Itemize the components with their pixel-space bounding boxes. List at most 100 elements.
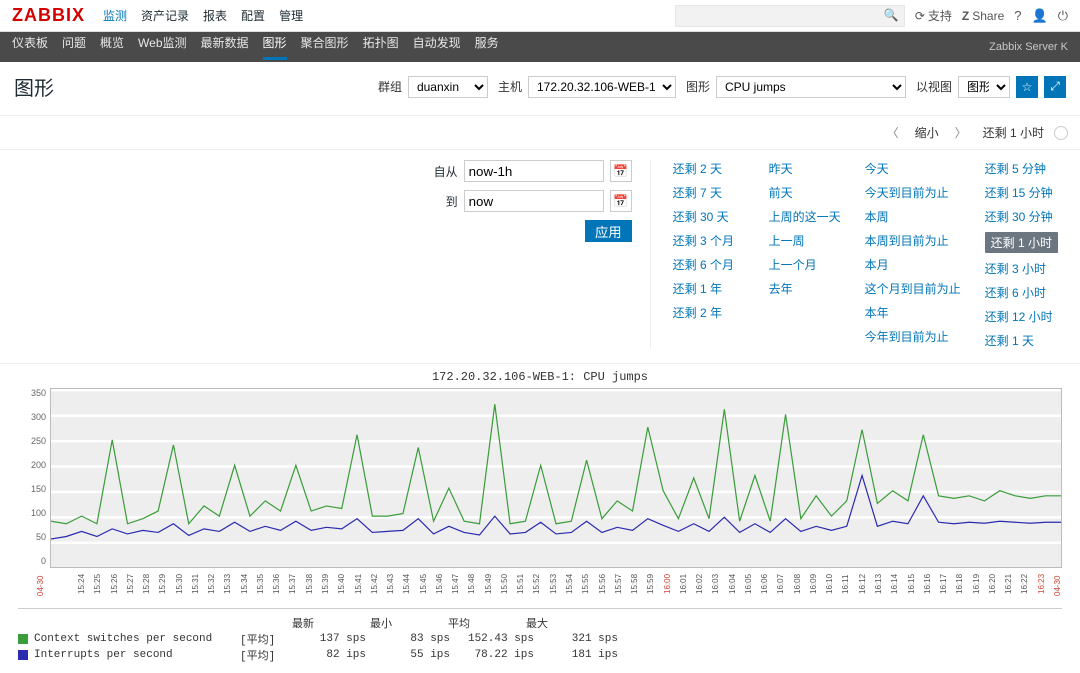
time-range-label[interactable]: 还剩 1 小时 (983, 124, 1044, 141)
time-preset[interactable]: 还剩 6 个月 (673, 256, 745, 273)
time-preset[interactable]: 还剩 5 分钟 (985, 160, 1058, 177)
to-label: 到 (428, 193, 458, 210)
legend-row: Context switches per second[平均]137 sps83… (18, 631, 1062, 647)
top-right: 🔍 ⟳ 支持 Z Share ? 👤 ⏻ (675, 5, 1068, 27)
date-end: 04-30 (1053, 568, 1062, 596)
sub-menu-item[interactable]: 服务 (475, 34, 499, 60)
time-preset[interactable]: 今天 (865, 160, 961, 177)
favorite-button[interactable]: ☆ (1016, 76, 1038, 98)
time-preset[interactable]: 还剩 30 天 (673, 208, 745, 225)
time-preset[interactable]: 还剩 1 天 (985, 332, 1058, 349)
time-preset[interactable]: 本月 (865, 256, 961, 273)
calendar-from-icon[interactable]: 📅 (610, 160, 632, 182)
legend-row: Interrupts per second[平均]82 ips55 ips78.… (18, 647, 1062, 663)
time-preset[interactable]: 上周的这一天 (769, 208, 841, 225)
host-label: 主机 (498, 78, 522, 95)
prev-arrow-icon[interactable]: 〈 (881, 121, 905, 144)
time-preset[interactable]: 还剩 2 天 (673, 160, 745, 177)
legend-rows: Context switches per second[平均]137 sps83… (18, 631, 1062, 663)
search-input[interactable] (675, 5, 905, 27)
legend-stat: [平均] (240, 647, 282, 663)
legend-value: 83 sps (372, 633, 450, 645)
group-label: 群组 (378, 78, 402, 95)
legend: 最新最小平均最大 Context switches per second[平均]… (18, 608, 1062, 663)
calendar-to-icon[interactable]: 📅 (610, 190, 632, 212)
time-preset[interactable]: 还剩 15 分钟 (985, 184, 1058, 201)
time-preset[interactable]: 还剩 3 小时 (985, 260, 1058, 277)
time-preset[interactable]: 去年 (769, 280, 841, 297)
apply-button[interactable]: 应用 (585, 220, 632, 242)
time-preset[interactable]: 还剩 3 个月 (673, 232, 745, 249)
time-preset[interactable]: 还剩 1 年 (673, 280, 745, 297)
sub-menu-item[interactable]: 概览 (100, 34, 124, 60)
plot-area[interactable] (50, 388, 1062, 568)
support-label: 支持 (928, 7, 952, 24)
time-preset[interactable]: 今年到目前为止 (865, 328, 961, 345)
view-label: 以视图 (916, 78, 952, 95)
time-preset[interactable]: 这个月到目前为止 (865, 280, 961, 297)
legend-stat: [平均] (240, 631, 282, 647)
sub-menu-item[interactable]: Web监测 (138, 34, 186, 60)
time-preset[interactable]: 本年 (865, 304, 961, 321)
legend-value: 137 sps (288, 633, 366, 645)
graph-select[interactable]: CPU jumps (716, 76, 906, 98)
top-bar: ZABBIX 监测资产记录报表配置管理 🔍 ⟳ 支持 Z Share ? 👤 ⏻ (0, 0, 1080, 32)
time-preset[interactable]: 今天到目前为止 (865, 184, 961, 201)
legend-value: 321 sps (540, 633, 618, 645)
next-arrow-icon[interactable]: 〉 (949, 121, 973, 144)
top-menu-item[interactable]: 监测 (103, 7, 127, 24)
time-preset[interactable]: 上一个月 (769, 256, 841, 273)
sub-menu-item[interactable]: 自动发现 (413, 34, 461, 60)
share-link[interactable]: Z Share (962, 9, 1004, 23)
view-select[interactable]: 图形 (958, 76, 1010, 98)
chart-lines (51, 389, 1061, 567)
logout-icon[interactable]: ⏻ (1058, 8, 1068, 24)
sub-menu-item[interactable]: 问题 (62, 34, 86, 60)
zoom-out[interactable]: 缩小 (915, 124, 939, 141)
legend-value: 181 ips (540, 649, 618, 661)
help-icon[interactable]: ? (1014, 8, 1021, 23)
sub-menu-item[interactable]: 拓扑图 (363, 34, 399, 60)
x-axis: 15:2415:2515:2615:2715:2815:2915:3015:31… (77, 570, 1053, 598)
sub-menu-item[interactable]: 图形 (263, 34, 287, 60)
time-preset[interactable]: 还剩 12 小时 (985, 308, 1058, 325)
user-icon[interactable]: 👤 (1032, 8, 1048, 24)
to-input[interactable] (464, 190, 604, 212)
top-menu-item[interactable]: 资产记录 (141, 7, 189, 24)
fullscreen-button[interactable]: ⤢ (1044, 76, 1066, 98)
host-select[interactable]: 172.20.32.106-WEB-1 (528, 76, 676, 98)
time-preset[interactable]: 本周到目前为止 (865, 232, 961, 249)
time-presets: 还剩 2 天还剩 7 天还剩 30 天还剩 3 个月还剩 6 个月还剩 1 年还… (651, 160, 1080, 349)
server-name: Zabbix Server K (989, 41, 1068, 53)
legend-color (18, 634, 28, 644)
content: 〈 缩小 〉 还剩 1 小时 自从 📅 到 📅 应用 还剩 2 天还剩 7 天还… (0, 116, 1080, 673)
clock-icon[interactable] (1054, 126, 1068, 140)
time-preset[interactable]: 还剩 1 小时 (985, 232, 1058, 253)
time-preset[interactable]: 本周 (865, 208, 961, 225)
time-preset[interactable]: 昨天 (769, 160, 841, 177)
time-inputs: 自从 📅 到 📅 应用 (0, 160, 651, 349)
preset-col-3: 今天今天到目前为止本周本周到目前为止本月这个月到目前为止本年今年到目前为止 (865, 160, 961, 349)
time-preset[interactable]: 前天 (769, 184, 841, 201)
from-label: 自从 (428, 163, 458, 180)
sub-menu-item[interactable]: 仪表板 (12, 34, 48, 60)
top-menu-item[interactable]: 配置 (241, 7, 265, 24)
sub-menu-item[interactable]: 最新数据 (201, 34, 249, 60)
top-menu-item[interactable]: 管理 (279, 7, 303, 24)
top-menu: 监测资产记录报表配置管理 (103, 7, 303, 24)
sub-menu-item[interactable]: 聚合图形 (301, 34, 349, 60)
group-select[interactable]: duanxin (408, 76, 488, 98)
search-box: 🔍 (675, 5, 905, 27)
search-icon[interactable]: 🔍 (884, 8, 899, 22)
support-link[interactable]: ⟳ 支持 (915, 7, 952, 24)
time-preset[interactable]: 还剩 7 天 (673, 184, 745, 201)
top-menu-item[interactable]: 报表 (203, 7, 227, 24)
page-title: 图形 (14, 72, 54, 101)
time-preset[interactable]: 上一周 (769, 232, 841, 249)
time-preset[interactable]: 还剩 6 小时 (985, 284, 1058, 301)
page-header: 图形 群组 duanxin 主机 172.20.32.106-WEB-1 图形 … (0, 62, 1080, 116)
time-preset[interactable]: 还剩 30 分钟 (985, 208, 1058, 225)
from-input[interactable] (464, 160, 604, 182)
time-preset[interactable]: 还剩 2 年 (673, 304, 745, 321)
legend-value: 152.43 sps (456, 633, 534, 645)
